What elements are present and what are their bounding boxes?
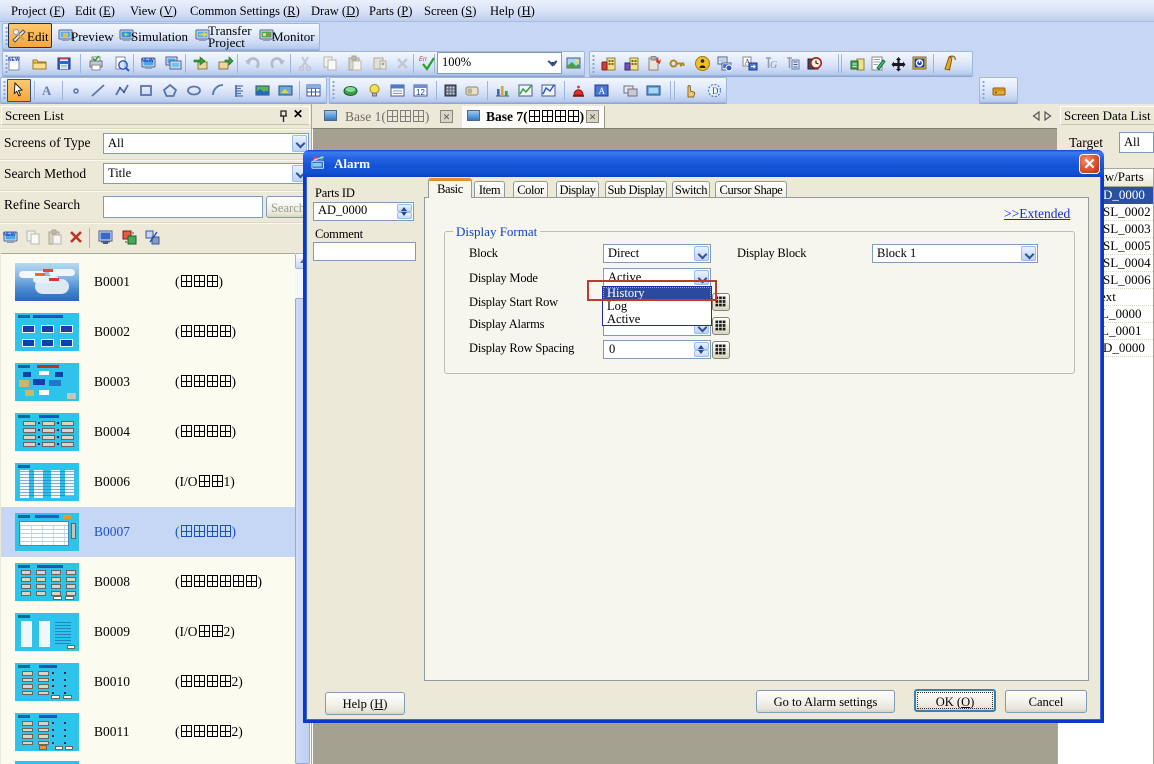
svg-text:D: D: [712, 86, 719, 96]
svg-text:NEW: NEW: [141, 58, 155, 64]
svg-text:G: G: [770, 60, 777, 71]
svg-text:NEW: NEW: [8, 57, 20, 63]
svg-text:A: A: [599, 86, 606, 96]
svg-text:Err: Err: [419, 57, 428, 63]
svg-text:12: 12: [416, 88, 425, 97]
svg-text:A: A: [42, 83, 52, 98]
svg-text:NEW: NEW: [3, 232, 17, 238]
